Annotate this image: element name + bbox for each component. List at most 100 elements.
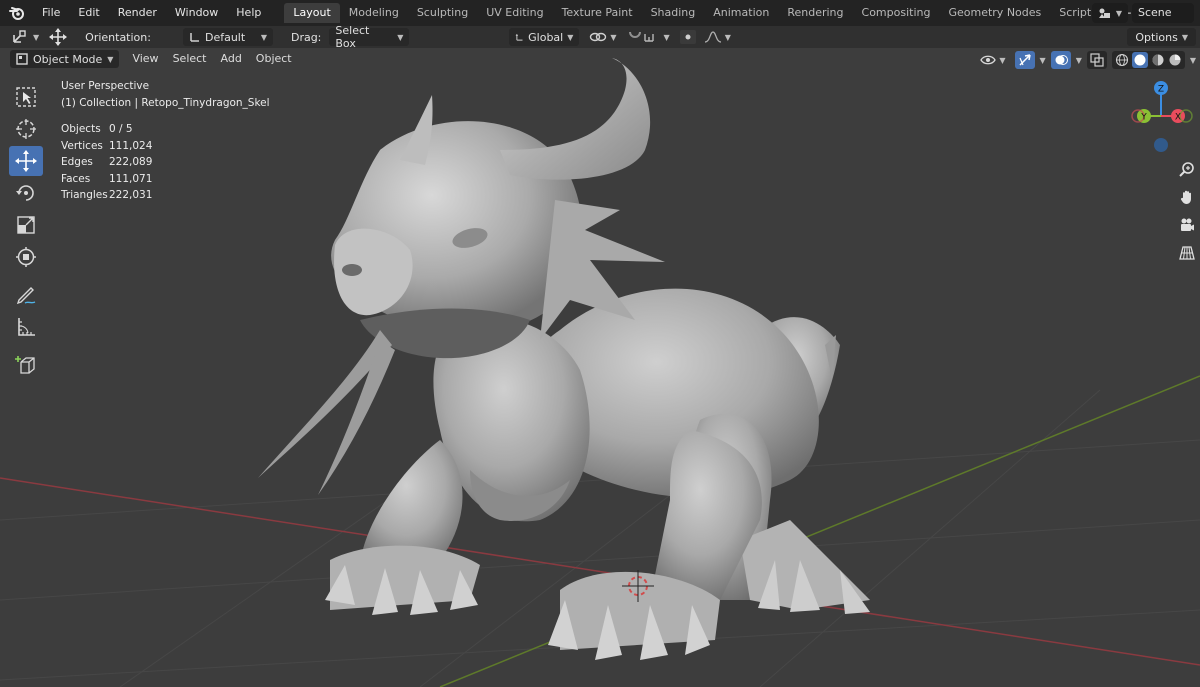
view-name: User Perspective (61, 80, 150, 92)
viewport-info-overlay: User Perspective (1) Collection | Retopo… (61, 78, 270, 204)
object-mode-dropdown[interactable]: Object Mode ▼ (10, 50, 120, 68)
chevron-down-icon: ▼ (567, 32, 574, 42)
stat-label: Faces (61, 172, 91, 185)
global-axes-icon (516, 33, 523, 41)
transform-pivot-button[interactable]: ▼ (8, 27, 43, 47)
transform-orientation-dropdown[interactable]: Global ▼ (509, 28, 580, 46)
zoom-magnifier-icon (1179, 162, 1194, 177)
cursor-icon (16, 119, 36, 139)
move-arrows-icon (49, 28, 68, 46)
move-icon (15, 150, 37, 172)
tool-transform[interactable] (9, 242, 43, 272)
tab-rendering[interactable]: Rendering (778, 3, 852, 23)
proportional-edit-button[interactable] (676, 27, 700, 47)
navigation-tools (1174, 156, 1200, 268)
axis-z-label: Z (1158, 85, 1164, 95)
tab-modeling[interactable]: Modeling (340, 3, 408, 23)
falloff-curve-icon (704, 31, 721, 43)
stat-row: Edges 222,089 (61, 154, 270, 171)
measure-ruler-icon (18, 318, 35, 336)
gizmo-move-button[interactable] (43, 27, 73, 47)
workspace-tabs: Layout Modeling Sculpting UV Editing Tex… (284, 0, 1135, 26)
xray-toggle-button[interactable] (1086, 51, 1107, 69)
menu-file[interactable]: File (33, 0, 69, 26)
overlays-toggle-button[interactable] (1050, 51, 1071, 69)
menu-object[interactable]: Object (249, 49, 299, 69)
tab-compositing[interactable]: Compositing (853, 3, 940, 23)
solid-shading-icon[interactable] (1131, 52, 1148, 68)
orientation-dropdown[interactable]: Default ▼ (182, 28, 273, 46)
menu-help[interactable]: Help (227, 0, 270, 26)
menu-render[interactable]: Render (109, 0, 166, 26)
rotate-icon (16, 185, 34, 201)
tool-move[interactable] (9, 146, 43, 176)
stat-label: Objects (61, 123, 101, 135)
pivot-point-button[interactable]: ▼ (585, 27, 620, 47)
tool-cursor[interactable] (9, 114, 43, 144)
tool-scale[interactable] (9, 210, 43, 240)
tool-rotate[interactable] (9, 178, 43, 208)
tab-layout[interactable]: Layout (284, 3, 340, 23)
menu-view[interactable]: View (125, 49, 165, 69)
stat-value: 222,089 (109, 156, 153, 168)
navigation-gizmo[interactable]: Z X Y (1124, 80, 1198, 154)
link-icon (590, 32, 607, 42)
drag-dropdown[interactable]: Select Box ▼ (329, 24, 410, 50)
tab-shading[interactable]: Shading (642, 3, 705, 23)
tool-settings-header: ▼ Orientation: Default ▼ Drag: Select Bo… (0, 24, 1200, 50)
chevron-down-icon: ▼ (999, 55, 1006, 65)
tool-add-cube[interactable] (9, 350, 43, 380)
wireframe-shading-icon[interactable] (1115, 53, 1129, 67)
collection-name: (1) Collection | Retopo_Tinydragon_Skel (61, 96, 270, 109)
gizmo-arrow-icon (1018, 54, 1031, 66)
drag-label: Drag: (290, 30, 322, 44)
material-shading-icon[interactable] (1151, 53, 1165, 67)
menu-window[interactable]: Window (166, 0, 227, 26)
shading-mode-group (1111, 51, 1185, 69)
axis-x-label: X (1175, 113, 1181, 123)
top-menu-bar: File Edit Render Window Help Layout Mode… (0, 0, 1200, 26)
perspective-toggle-button[interactable] (1174, 240, 1200, 266)
stat-row: Vertices 111,024 (61, 138, 270, 155)
tool-select-box[interactable] (9, 82, 43, 112)
chevron-down-icon[interactable]: ▼ (1190, 56, 1196, 65)
chevron-down-icon[interactable]: ▼ (1040, 56, 1046, 65)
options-dropdown[interactable]: Options ▼ (1127, 28, 1196, 46)
chevron-down-icon[interactable]: ▼ (1076, 56, 1082, 65)
pan-button[interactable] (1174, 184, 1200, 210)
transform-icon (13, 30, 26, 43)
tool-annotate[interactable] (9, 280, 43, 310)
blender-logo-icon[interactable] (9, 5, 25, 21)
chevron-down-icon: ▼ (107, 54, 114, 64)
scene-selector: ▼ Scene (1091, 3, 1194, 23)
camera-view-button[interactable] (1174, 212, 1200, 238)
tab-uv-editing[interactable]: UV Editing (477, 3, 552, 23)
stat-value: 111,071 (109, 172, 153, 185)
orientation-label: Orientation: (85, 30, 151, 44)
xray-icon (1090, 53, 1104, 67)
tab-animation[interactable]: Animation (704, 3, 778, 23)
dragon-mesh[interactable] (258, 58, 870, 660)
scale-icon (17, 216, 35, 234)
transform-orientation-value: Global (528, 30, 564, 44)
zoom-button[interactable] (1174, 156, 1200, 182)
transform-tool-icon (16, 247, 36, 267)
gizmo-toggle-button[interactable] (1014, 51, 1035, 69)
visibility-button[interactable]: ▼ (976, 50, 1009, 70)
select-box-icon (16, 87, 36, 107)
chevron-down-icon: ▼ (1115, 8, 1122, 18)
tab-sculpting[interactable]: Sculpting (408, 3, 477, 23)
tab-geometry-nodes[interactable]: Geometry Nodes (939, 3, 1050, 23)
grid-perspective-icon (1179, 246, 1195, 260)
scene-browse-button[interactable]: ▼ (1091, 3, 1128, 23)
snap-button[interactable]: ▼ (623, 27, 674, 47)
rendered-shading-icon[interactable] (1168, 53, 1182, 67)
falloff-button[interactable]: ▼ (700, 27, 735, 47)
tool-measure[interactable] (9, 312, 43, 342)
tab-texture-paint[interactable]: Texture Paint (553, 3, 642, 23)
menu-edit[interactable]: Edit (69, 0, 108, 26)
orientation-icon (190, 33, 199, 42)
menu-add[interactable]: Add (214, 49, 249, 69)
scene-name-field[interactable]: Scene (1132, 3, 1194, 23)
menu-select[interactable]: Select (166, 49, 214, 69)
